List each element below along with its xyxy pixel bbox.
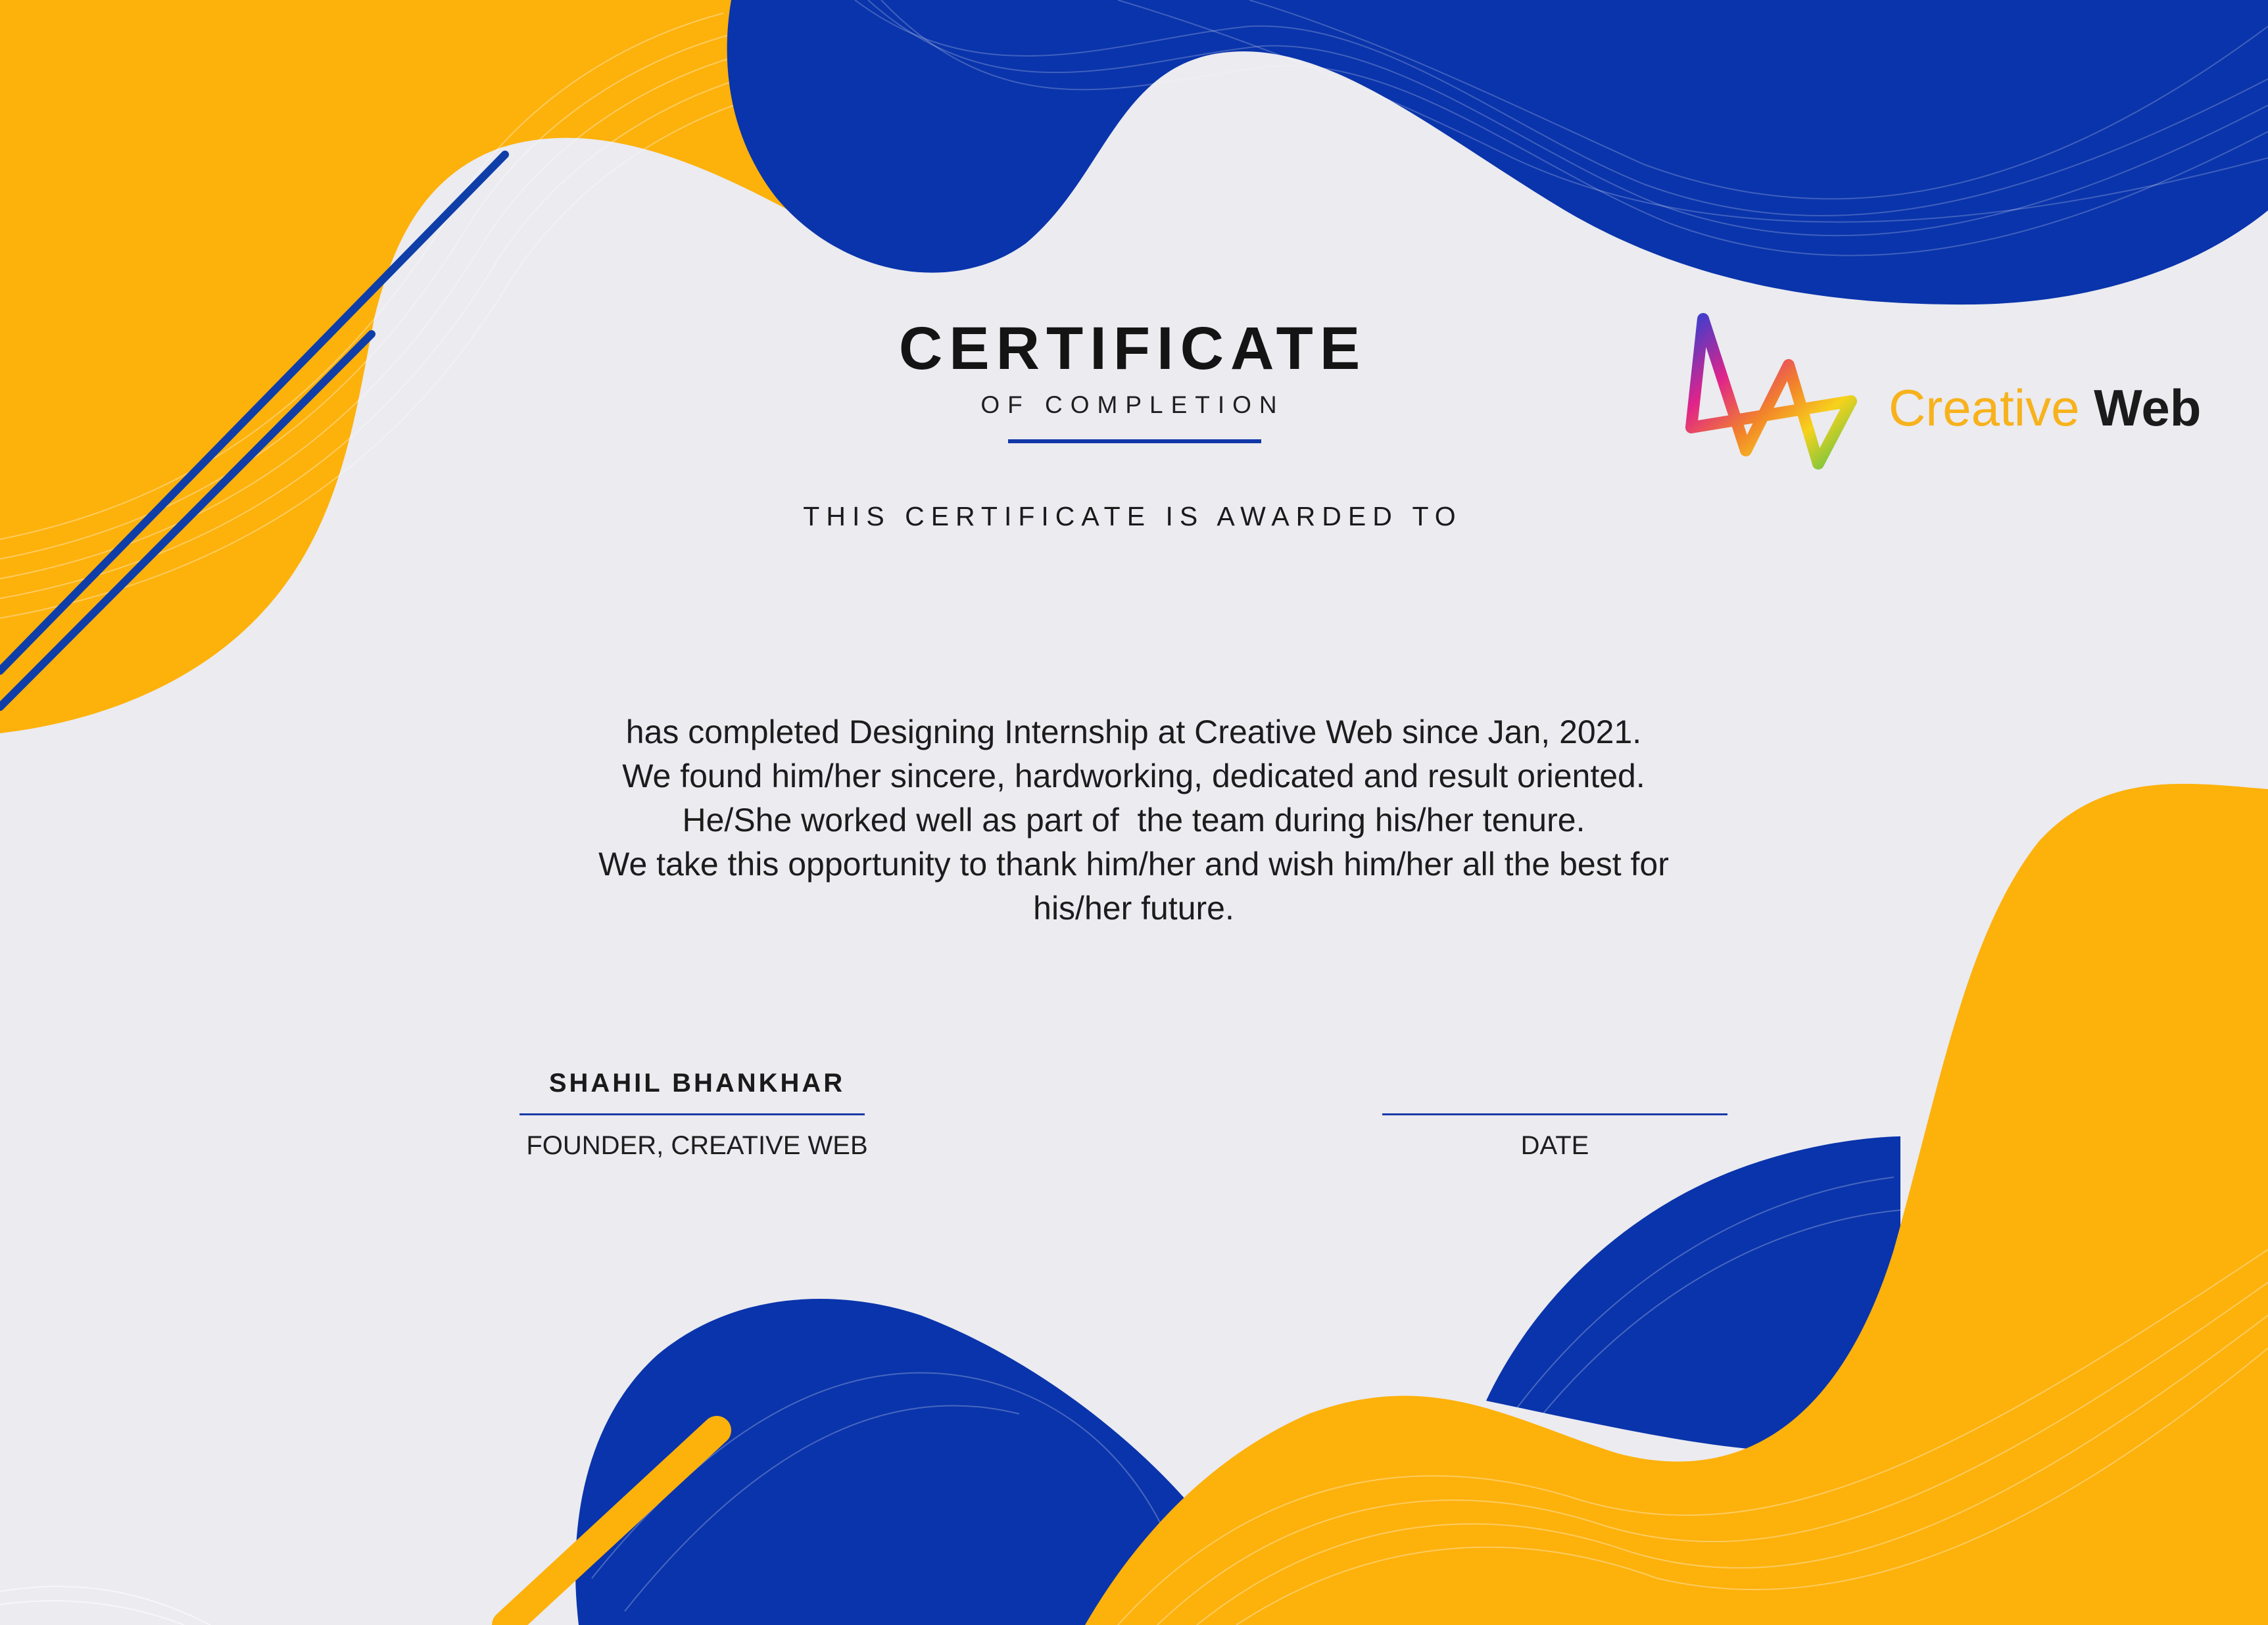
signature-line	[519, 1113, 865, 1115]
certificate-subtitle: OF COMPLETION	[980, 391, 1285, 418]
body-line: has completed Designing Internship at Cr…	[625, 714, 1642, 750]
brand-name: Creative Web	[1889, 378, 2201, 438]
signatory-role: FOUNDER, CREATIVE WEB	[526, 1131, 868, 1160]
title-underline	[1008, 439, 1261, 443]
body-line: We found him/her sincere, hardworking, d…	[622, 758, 1645, 794]
top-left-yellow-shape	[0, 0, 789, 733]
body-line: his/her future.	[1033, 890, 1234, 927]
certificate-title: CERTIFICATE	[898, 315, 1367, 382]
awarded-to-label: THIS CERTIFICATE IS AWARDED TO	[803, 501, 1462, 531]
brand-name-part1: Creative	[1889, 379, 2080, 437]
bottom-left-wave-lines	[0, 1586, 211, 1625]
certificate-body: has completed Designing Internship at Cr…	[395, 710, 1873, 931]
body-line: He/She worked well as part of the team d…	[682, 802, 1585, 838]
brand-name-part2: Web	[2094, 379, 2202, 437]
date-line	[1382, 1113, 1727, 1115]
top-right-blue-shape	[727, 0, 2268, 305]
date-label: DATE	[1520, 1131, 1589, 1160]
zigzag-w-logo-icon	[1685, 313, 1857, 470]
signatory-name: SHAHIL BHANKHAR	[548, 1069, 846, 1098]
body-line: We take this opportunity to thank him/he…	[598, 846, 1669, 883]
